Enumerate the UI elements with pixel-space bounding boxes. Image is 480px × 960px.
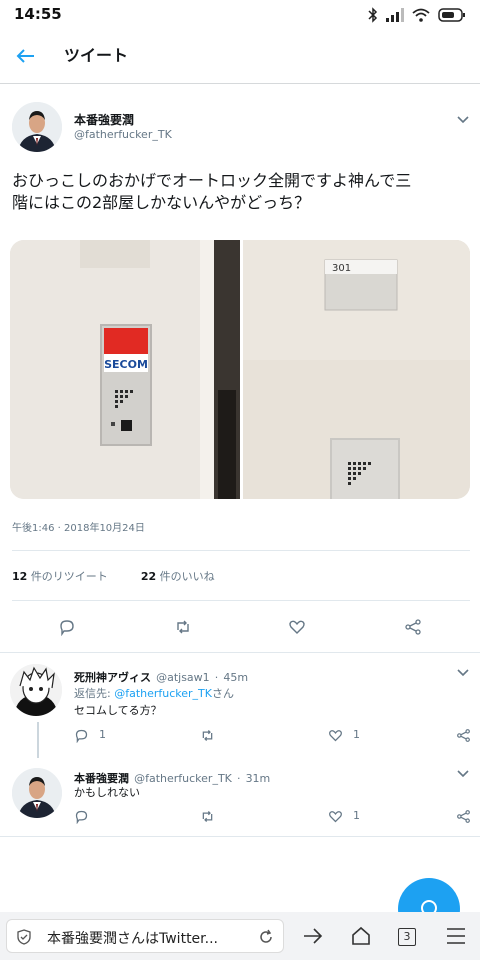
retweet-count: 12 (12, 570, 28, 583)
thread-line (37, 722, 39, 758)
status-bar: 14:55 (0, 0, 480, 30)
avatar[interactable] (12, 102, 62, 152)
page-title: ツイート (64, 46, 129, 65)
tweet-text: おひっこしのおかげでオートロック全開ですよ神んで三階にはこの2部屋しかないんやが… (12, 171, 412, 212)
forward-arrow-icon[interactable] (302, 926, 324, 946)
like-label: 件のいいね (159, 570, 215, 583)
retweet-icon[interactable] (174, 618, 192, 636)
dot-separator: · (236, 772, 241, 785)
like-icon[interactable] (328, 728, 343, 743)
like-count: 22 (140, 570, 157, 583)
reply-time: 45m (223, 671, 249, 684)
reply-icon[interactable] (74, 728, 89, 743)
reply-to-suffix: さん (211, 687, 234, 700)
home-icon[interactable] (350, 925, 372, 947)
reply-time: 31m (245, 772, 271, 785)
divider (12, 600, 470, 601)
divider (0, 836, 480, 837)
author-name[interactable]: 本番強要潤 (74, 111, 134, 128)
secom-label: SECOM (104, 358, 148, 371)
reply-to-handle-link[interactable]: @fatherfucker_TK (114, 687, 212, 700)
page-title-url: 本番強要潤さんはTwitter... (47, 931, 218, 947)
like-icon[interactable] (288, 618, 306, 636)
room-number: 301 (332, 263, 351, 274)
like-count: 1 (353, 728, 360, 741)
author-handle[interactable]: @fatherfucker_TK (74, 128, 172, 141)
reply-author-name[interactable]: 死刑神アヴィス (74, 671, 151, 684)
tweet-photo[interactable]: SECOM 301 (10, 240, 470, 499)
reply-author-handle[interactable]: @fatherfucker_TK (134, 772, 232, 785)
dot-separator: · (214, 671, 219, 684)
reply-icon[interactable] (74, 809, 89, 824)
shield-icon (17, 929, 31, 945)
share-icon[interactable] (456, 809, 471, 824)
chevron-down-icon[interactable] (456, 769, 470, 779)
reply-header: 死刑神アヴィス @atjsaw1 · 45m (74, 666, 248, 685)
profile-photo (10, 664, 62, 716)
tweet-timestamp: 午後1:46 · 2018年10月24日 (12, 523, 145, 534)
signal-icon (386, 8, 404, 22)
browser-toolbar: 本番強要潤さんはTwitter... 3 (0, 912, 480, 960)
bluetooth-icon (368, 7, 378, 23)
share-icon[interactable] (456, 728, 471, 743)
battery-icon (438, 8, 465, 22)
status-icons (368, 6, 466, 24)
address-bar[interactable]: 本番強要潤さんはTwitter... (6, 919, 284, 953)
retweet-label: 件のリツイート (30, 570, 108, 583)
status-time: 14:55 (14, 5, 62, 23)
divider (0, 652, 480, 653)
like-icon[interactable] (328, 809, 343, 824)
divider (12, 550, 470, 551)
retweet-stat[interactable]: 12 件のリツイート (12, 570, 108, 583)
reload-icon[interactable] (258, 929, 274, 945)
reply-text: かもしれない (74, 786, 140, 799)
reply-count: 1 (99, 728, 106, 741)
reply-to-line: 返信先: @fatherfucker_TKさん (74, 685, 234, 701)
profile-photo (12, 768, 62, 818)
retweet-icon[interactable] (200, 728, 215, 743)
chevron-down-icon[interactable] (456, 115, 470, 125)
chevron-down-icon[interactable] (456, 668, 470, 678)
app-header: ツイート (0, 30, 480, 84)
like-count: 1 (353, 809, 360, 822)
back-arrow-icon[interactable] (14, 44, 38, 68)
menu-icon[interactable] (446, 927, 466, 945)
like-stat[interactable]: 22 件のいいね (141, 570, 215, 583)
reply-author-handle[interactable]: @atjsaw1 (156, 671, 210, 684)
retweet-icon[interactable] (200, 809, 215, 824)
tab-switcher-button[interactable]: 3 (398, 928, 416, 946)
reply-icon[interactable] (58, 618, 76, 636)
photo-image: SECOM 301 (10, 240, 470, 499)
tweet-stats: 12 件のリツイート 22 件のいいね (12, 568, 215, 584)
reply-to-prefix: 返信先: (74, 687, 115, 700)
reply-text: セコムしてる方？ (74, 704, 162, 717)
avatar[interactable] (10, 664, 62, 716)
avatar[interactable] (12, 768, 62, 818)
wifi-icon (412, 8, 430, 22)
profile-photo (12, 102, 62, 152)
share-icon[interactable] (404, 618, 422, 636)
